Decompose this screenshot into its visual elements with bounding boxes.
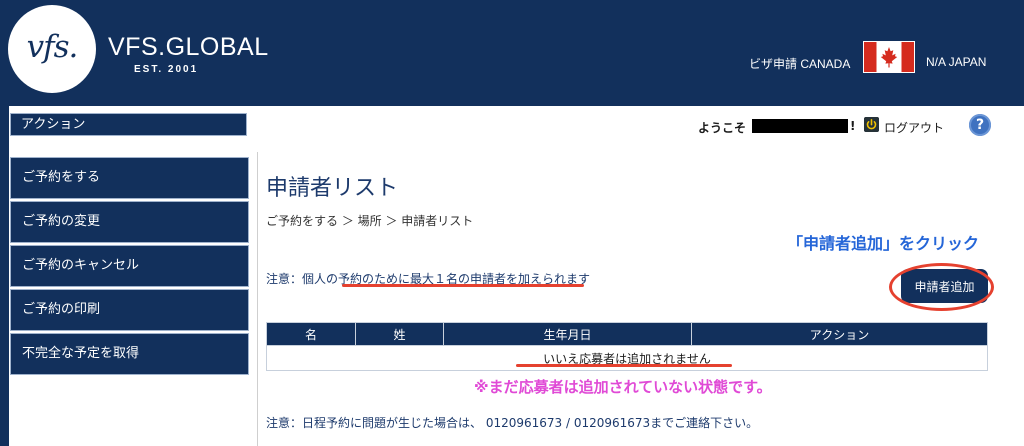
col-first-name: 名 (266, 322, 356, 346)
welcome-suffix: ! (850, 119, 856, 133)
country-label: N/A JAPAN (926, 55, 987, 69)
breadcrumb: ご予約をする ＞ 場所 ＞ 申請者リスト (266, 214, 474, 228)
table-header-row: 名 姓 生年月日 アクション (266, 322, 988, 346)
sidebar-item-incomplete-booking[interactable]: 不完全な予定を取得 (10, 333, 249, 375)
col-action: アクション (691, 322, 988, 346)
annotation-underline-empty (516, 364, 732, 367)
sidebar-menu: ご予約をする ご予約の変更 ご予約のキャンセル ご予約の印刷 不完全な予定を取得 (10, 157, 249, 377)
visa-application-label: ビザ申請 CANADA (749, 57, 851, 71)
welcome-text: ようこそ (698, 121, 747, 135)
canada-flag-icon (863, 41, 915, 73)
annotation-none-hint: ※まだ応募者は追加されていない状態です。 (474, 378, 772, 396)
content-divider (257, 152, 258, 446)
contact-notice: 注意：日程予約に問題が生じた場合は、 0120961673 / 01209616… (266, 416, 759, 430)
action-panel-header: アクション (10, 113, 247, 136)
help-icon[interactable]: ? (969, 114, 991, 136)
page-title: 申請者リスト (266, 176, 399, 201)
brand-name: VFS.GLOBAL (108, 33, 269, 61)
sidebar-item-change-booking[interactable]: ご予約の変更 (10, 201, 249, 243)
sidebar-item-print-booking[interactable]: ご予約の印刷 (10, 289, 249, 331)
add-applicant-button[interactable]: 申請者追加 (901, 269, 988, 303)
annotation-click-hint: 「申請者追加」をクリック (787, 234, 980, 253)
col-last-name: 姓 (355, 322, 444, 346)
annotation-underline-notice (342, 284, 584, 287)
left-frame-border (0, 106, 9, 446)
logo-script-text: vfs. (26, 29, 79, 65)
col-birth-date: 生年月日 (443, 322, 692, 346)
logout-link[interactable]: ログアウト (884, 119, 944, 136)
vfs-logo[interactable]: vfs. (8, 5, 96, 93)
power-icon[interactable] (864, 117, 879, 132)
brand-established: EST. 2001 (134, 64, 199, 75)
sidebar-item-cancel-booking[interactable]: ご予約のキャンセル (10, 245, 249, 287)
site-header: vfs. VFS.GLOBAL EST. 2001 ビザ申請 CANADA N/… (0, 0, 1024, 106)
redacted-username (752, 119, 848, 133)
sidebar-item-make-booking[interactable]: ご予約をする (10, 157, 249, 199)
